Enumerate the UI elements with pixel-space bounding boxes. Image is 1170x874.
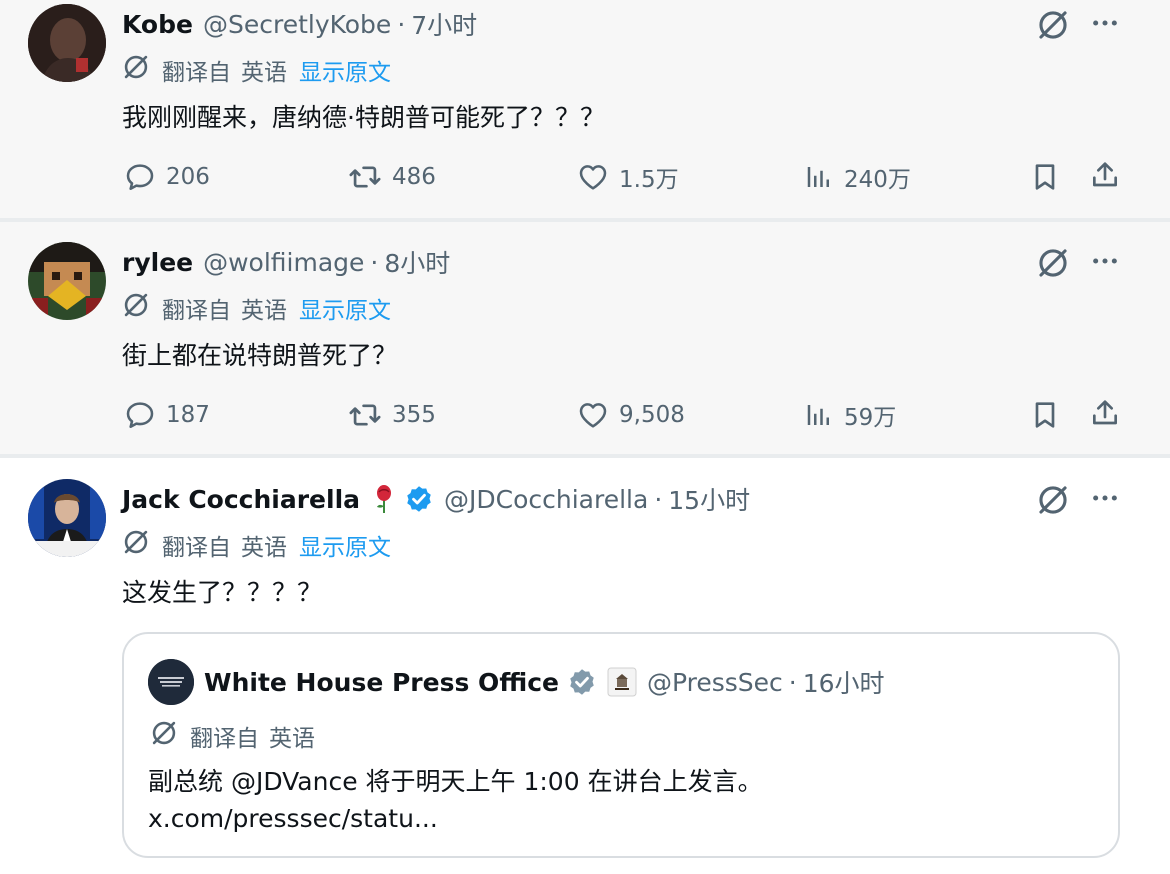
tweet-2[interactable]: rylee @wolfiimage · 8小时 翻译自 英语 显示原文 街上都在… [0,222,1170,454]
translated-from-label: 翻译自 [162,60,231,86]
quoted-tweet-header: White House Press Office @PressSec · 16小… [148,659,885,705]
source-language: 英语 [241,60,287,86]
reply-icon [124,399,156,431]
tweet-header: rylee @wolfiimage · 8小时 [122,244,450,280]
like-count: 9,508 [619,402,685,428]
views-count: 59万 [844,405,897,431]
divider [0,454,1170,458]
views-icon [804,400,834,430]
author-name[interactable]: Jack Cocchiarella [122,485,360,514]
share-icon[interactable] [1088,396,1122,430]
bookmark-icon[interactable] [1028,160,1062,194]
views-button[interactable]: 240万 [804,160,911,194]
like-icon [577,161,609,193]
translation-bar: 翻译自 英语 [150,720,315,752]
more-icon[interactable] [1088,481,1122,515]
show-original-link[interactable]: 显示原文 [299,291,391,325]
tweet-text: 我刚刚醒来，唐纳德·特朗普可能死了？？？ [122,103,605,132]
timestamp[interactable]: 15小时 [668,481,750,517]
more-icon[interactable] [1088,244,1122,278]
translated-from-label: 翻译自 [162,298,231,324]
timestamp[interactable]: 7小时 [411,6,477,42]
source-language: 英语 [241,535,287,561]
grok-icon[interactable] [1036,246,1070,280]
source-language: 英语 [241,298,287,324]
translation-bar: 翻译自 英语 显示原文 [122,54,391,86]
show-original-link[interactable]: 显示原文 [299,528,391,562]
verified-badge-icon[interactable] [404,484,434,514]
reply-button[interactable]: 187 [124,398,210,432]
avatar[interactable] [28,4,106,82]
rose-emoji-icon [372,484,396,514]
quoted-tweet-link[interactable]: x.com/presssec/statu... [148,804,438,833]
quoted-tweet[interactable]: White House Press Office @PressSec · 16小… [122,632,1120,858]
quoted-author-handle[interactable]: @PressSec [647,668,783,697]
separator: · [654,484,663,514]
translation-bar: 翻译自 英语 显示原文 [122,529,391,561]
affiliation-badge-icon[interactable] [607,667,637,697]
white-house-logo-icon [148,659,194,705]
share-icon[interactable] [1088,158,1122,192]
author-name[interactable]: Kobe [122,10,193,39]
tweet-header: Kobe @SecretlyKobe · 7小时 [122,6,477,42]
bookmark-icon[interactable] [1028,398,1062,432]
translate-icon [150,719,178,753]
reply-count: 187 [166,402,210,428]
grok-icon[interactable] [1036,8,1070,42]
avatar-image [28,4,106,82]
quoted-tweet-text: 副总统 @JDVance 将于明天上午 1:00 在讲台上发言。 [148,767,763,796]
views-icon [804,162,834,192]
translate-icon [122,53,150,87]
author-handle[interactable]: @JDCocchiarella [444,485,648,514]
like-count: 1.5万 [619,167,679,193]
translated-from-label: 翻译自 [190,726,259,752]
like-icon [577,399,609,431]
author-name[interactable]: rylee [122,248,193,277]
retweet-button[interactable]: 355 [348,398,436,432]
reply-count: 206 [166,164,210,190]
tweet-text: 街上都在说特朗普死了？ [122,341,398,370]
more-icon[interactable] [1088,6,1122,40]
like-button[interactable]: 1.5万 [577,160,679,194]
retweet-icon [348,160,382,194]
reply-button[interactable]: 206 [124,160,210,194]
retweet-count: 355 [392,402,436,428]
translate-icon [122,528,150,562]
avatar[interactable] [28,242,106,320]
retweet-count: 486 [392,164,436,190]
quoted-avatar[interactable] [148,659,194,705]
show-original-link[interactable]: 显示原文 [299,53,391,87]
verified-badge-icon[interactable] [567,667,597,697]
retweet-icon [348,398,382,432]
author-handle[interactable]: @wolfiimage [203,248,364,277]
avatar-image [28,479,106,557]
separator: · [370,247,379,277]
retweet-button[interactable]: 486 [348,160,436,194]
tweet-text: 这发生了？？？？ [122,578,323,607]
avatar[interactable] [28,479,106,557]
translation-bar: 翻译自 英语 显示原文 [122,292,391,324]
separator: · [397,9,406,39]
tweet-1[interactable]: Kobe @SecretlyKobe · 7小时 翻译自 英语 显示原文 我刚刚… [0,0,1170,218]
reply-icon [124,161,156,193]
source-language: 英语 [269,726,315,752]
like-button[interactable]: 9,508 [577,398,685,432]
author-handle[interactable]: @SecretlyKobe [203,10,391,39]
grok-icon[interactable] [1036,483,1070,517]
separator: · [788,667,797,697]
views-button[interactable]: 59万 [804,398,896,432]
tweet-header: Jack Cocchiarella @JDCocchiarella · 15小时 [122,481,750,517]
views-count: 240万 [844,167,911,193]
quoted-timestamp[interactable]: 16小时 [803,664,885,700]
avatar-image [28,242,106,320]
translated-from-label: 翻译自 [162,535,231,561]
quoted-author-name[interactable]: White House Press Office [204,668,559,697]
translate-icon [122,291,150,325]
timestamp[interactable]: 8小时 [384,244,450,280]
